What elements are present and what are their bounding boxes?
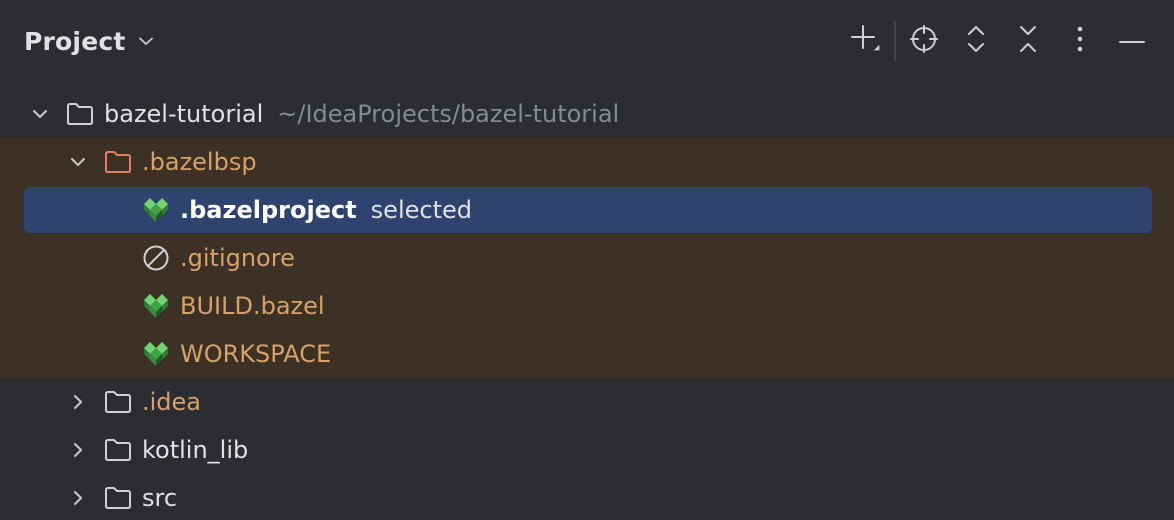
chevron-right-icon[interactable] (66, 438, 90, 462)
locate-icon (908, 23, 940, 59)
src-label: src (142, 484, 178, 512)
project-tool-window-header: Project (0, 0, 1174, 84)
project-title: Project (24, 26, 126, 56)
tree-row-src[interactable]: src (0, 474, 1174, 520)
select-opened-file-button[interactable] (898, 20, 950, 62)
kotlin-lib-label: kotlin_lib (142, 436, 249, 464)
tree-row-gitignore[interactable]: .gitignore (0, 234, 1174, 282)
more-options-icon (1075, 24, 1085, 58)
selected-tag: selected (370, 196, 472, 224)
root-path: ~/IdeaProjects/bazel-tutorial (277, 100, 620, 128)
folder-icon (104, 484, 132, 512)
project-view-selector[interactable]: Project (24, 24, 156, 58)
tree-row-root[interactable]: bazel-tutorial ~/IdeaProjects/bazel-tuto… (0, 90, 1174, 138)
collapse-all-icon (1014, 23, 1042, 59)
toolbar-separator (894, 21, 896, 61)
chevron-right-icon[interactable] (66, 390, 90, 414)
build-bazel-label: BUILD.bazel (180, 292, 325, 320)
add-icon (849, 22, 883, 60)
gitignore-label: .gitignore (180, 244, 295, 272)
options-button[interactable] (1054, 20, 1106, 62)
workspace-label: WORKSPACE (180, 340, 332, 368)
folder-icon (104, 436, 132, 464)
bazelbsp-label: .bazelbsp (142, 148, 257, 176)
chevron-right-icon[interactable] (66, 486, 90, 510)
tree-row-kotlin-lib[interactable]: kotlin_lib (0, 426, 1174, 474)
idea-label: .idea (142, 388, 202, 416)
tree-row-idea[interactable]: .idea (0, 378, 1174, 426)
bazelproject-label: .bazelproject (180, 196, 357, 224)
tree-row-bazelbsp[interactable]: .bazelbsp (0, 138, 1174, 186)
add-button[interactable] (840, 20, 892, 62)
folder-icon (104, 388, 132, 416)
tree-row-bazelproject[interactable]: .bazelproject selected (0, 186, 1174, 234)
excluded-folder-icon (104, 148, 132, 176)
folder-icon (66, 100, 94, 128)
tree-row-workspace[interactable]: WORKSPACE (0, 330, 1174, 378)
expand-all-button[interactable] (950, 20, 1002, 62)
root-label: bazel-tutorial (104, 100, 264, 128)
bazel-icon (142, 196, 170, 224)
toolbar (840, 20, 1158, 62)
chevron-down-icon[interactable] (66, 150, 90, 174)
bazel-icon (142, 340, 170, 368)
bazel-icon (142, 292, 170, 320)
chevron-down-icon[interactable] (28, 102, 52, 126)
tree-row-build-bazel[interactable]: BUILD.bazel (0, 282, 1174, 330)
hide-button[interactable] (1106, 20, 1158, 62)
project-tree: bazel-tutorial ~/IdeaProjects/bazel-tuto… (0, 90, 1174, 520)
expand-all-icon (962, 23, 990, 59)
chevron-down-icon (136, 31, 156, 51)
hide-icon (1118, 32, 1146, 51)
ignored-file-icon (142, 244, 170, 272)
collapse-all-button[interactable] (1002, 20, 1054, 62)
